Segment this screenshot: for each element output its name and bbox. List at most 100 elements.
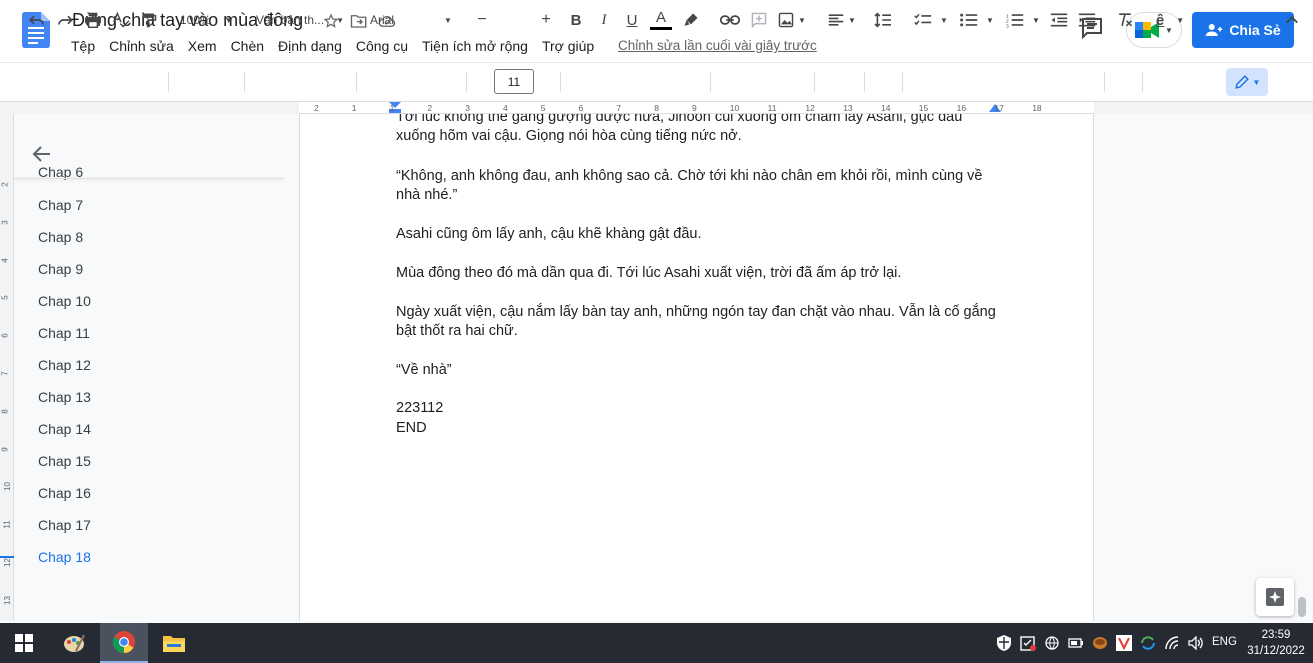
horizontal-ruler[interactable]: 2 1 1 2 3 4 5 6 7 8 9 10 11 12 13 14 15 16 17 18 [299,102,1094,114]
increase-indent-icon[interactable] [1076,7,1098,33]
security-shield-icon[interactable] [994,623,1014,663]
menu-insert[interactable]: Chèn [224,36,271,56]
align-left-icon[interactable]: ▼ [826,7,858,33]
outline-item-chap-13[interactable]: Chap 13 [38,389,91,405]
font-size-input[interactable]: 11 [494,69,534,94]
outline-item-chap-15[interactable]: Chap 15 [38,453,91,469]
ruler-tick-label: 1 [389,103,395,113]
sync-tray-icon[interactable] [1138,623,1158,663]
editing-mode-button[interactable]: ▼ [1226,68,1268,96]
outline-item-chap-7[interactable]: Chap 7 [38,197,83,213]
undo-icon[interactable] [26,7,48,33]
redo-icon[interactable] [54,7,76,33]
ruler-tick-label: 13 [843,103,853,113]
outline-item-chap-9[interactable]: Chap 9 [38,261,83,277]
numbered-list-icon[interactable]: 123 ▼ [1004,7,1042,33]
paragraph[interactable]: 223112 [396,399,996,418]
vruler-tick-label: 13 [2,595,12,605]
outline-active-indicator [0,556,14,558]
italic-button[interactable]: I [594,7,614,33]
checklist-icon[interactable]: ▼ [912,7,950,33]
underline-button[interactable]: U [622,7,642,33]
outline-item-chap-8[interactable]: Chap 8 [38,229,83,245]
input-tools-glyph: ê [1155,11,1165,29]
document-page[interactable]: Tới lúc không thể gắng gượng được nữa, J… [299,114,1094,621]
add-comment-icon[interactable] [748,7,770,33]
outline-item-chap-16[interactable]: Chap 16 [38,485,91,501]
vruler-tick-label: 3 [0,220,10,225]
share-button[interactable]: Chia Sẻ [1192,12,1294,48]
ruler-tick-label: 2 [314,103,319,113]
vruler-tick-label: 9 [0,446,10,452]
spellcheck-icon[interactable] [110,7,132,33]
increase-font-size-button[interactable]: + [536,7,556,33]
toolbar-divider [902,72,903,92]
move-folder-icon[interactable] [348,10,370,32]
outline-item-chap-14[interactable]: Chap 14 [38,421,91,437]
outline-item-chap-11[interactable]: Chap 11 [38,325,90,341]
scrollbar-thumb[interactable] [1298,597,1306,617]
clear-formatting-icon[interactable] [1114,7,1136,33]
highlight-color-icon[interactable] [680,7,702,33]
vruler-tick-label: 8 [0,409,10,414]
font-family-select[interactable]: Arial ▼ [370,7,462,33]
menu-view[interactable]: Xem [181,36,224,56]
menu-edit[interactable]: Chỉnh sửa [102,36,181,56]
network-tray-icon[interactable] [1042,623,1062,663]
paragraph[interactable]: Mùa đông theo đó mà dần qua đi. Tới lúc … [396,264,996,283]
chevron-down-icon: ▼ [986,15,994,25]
menu-help[interactable]: Trợ giúp [535,36,601,56]
insert-image-icon[interactable]: ▼ [776,7,808,33]
vertical-ruler: 234567891011121314 [0,114,14,643]
wifi-tray-icon[interactable] [1162,623,1182,663]
paragraph[interactable]: Asahi cũng ôm lấy anh, cậu khẽ khàng gật… [396,225,996,244]
insert-link-icon[interactable] [718,7,742,33]
paint-format-icon[interactable] [138,7,160,33]
decrease-indent-icon[interactable] [1048,7,1070,33]
ruler-tick-label: 12 [805,103,815,113]
ruler-tick-label: 8 [654,103,659,113]
chevron-down-icon: ▼ [798,15,806,25]
paragraph[interactable]: Tới lúc không thể gắng gượng được nữa, J… [396,114,996,146]
clipboard-tray-icon[interactable] [1018,623,1038,663]
file-explorer-icon[interactable] [150,623,198,663]
outline-item-chap-18[interactable]: Chap 18 [38,549,91,565]
volume-tray-icon[interactable] [1186,623,1206,663]
line-spacing-icon[interactable] [872,7,894,33]
outline-item-chap-10[interactable]: Chap 10 [38,293,91,309]
text-color-button[interactable]: A [650,7,672,33]
menu-tools[interactable]: Công cụ [349,36,415,56]
menu-file[interactable]: Tệp [64,36,102,56]
windows-start-icon[interactable] [0,623,48,663]
input-language[interactable]: ENG [1212,636,1237,648]
battery-tray-icon[interactable] [1066,623,1086,663]
explore-button[interactable] [1256,578,1294,616]
v-tray-icon[interactable] [1114,623,1134,663]
collapse-menus-icon[interactable] [1282,7,1302,33]
paragraph-style-select[interactable]: Văn bản th... ▼ [256,7,348,33]
bold-button[interactable]: B [566,7,586,33]
paragraph[interactable]: END [396,419,996,438]
menu-extensions[interactable]: Tiện ích mở rộng [415,36,535,56]
zoom-value: 100% [180,13,211,27]
ruler-tick-label: 1 [351,103,357,113]
zoom-select[interactable]: 100% ▼ [180,7,236,33]
menu-format[interactable]: Định dạng [271,36,349,56]
paragraph[interactable]: “Về nhà” [396,361,996,380]
paint-app-icon[interactable] [50,623,98,663]
outline-item-chap-12[interactable]: Chap 12 [38,357,91,373]
last-edit-link[interactable]: Chỉnh sửa lần cuối vài giây trước [618,38,817,53]
chrome-app-icon[interactable] [100,623,148,663]
bulleted-list-icon[interactable]: ▼ [958,7,996,33]
paragraph[interactable]: Ngày xuất viện, cậu nắm lấy bàn tay anh,… [396,303,996,341]
decrease-font-size-button[interactable]: − [472,7,492,33]
ruler-tick-label: 16 [956,103,967,113]
app-tray-icon[interactable] [1090,623,1110,663]
paragraph[interactable]: “Không, anh không đau, anh không sao cả.… [396,167,996,205]
taskbar-clock[interactable]: 23:59 31/12/2022 [1244,627,1308,659]
toolbar-divider [710,72,711,92]
input-tools-icon[interactable]: ê ▼ [1150,7,1190,33]
print-icon[interactable] [82,7,104,33]
back-arrow-icon[interactable] [32,144,52,164]
outline-item-chap-17[interactable]: Chap 17 [38,517,91,533]
